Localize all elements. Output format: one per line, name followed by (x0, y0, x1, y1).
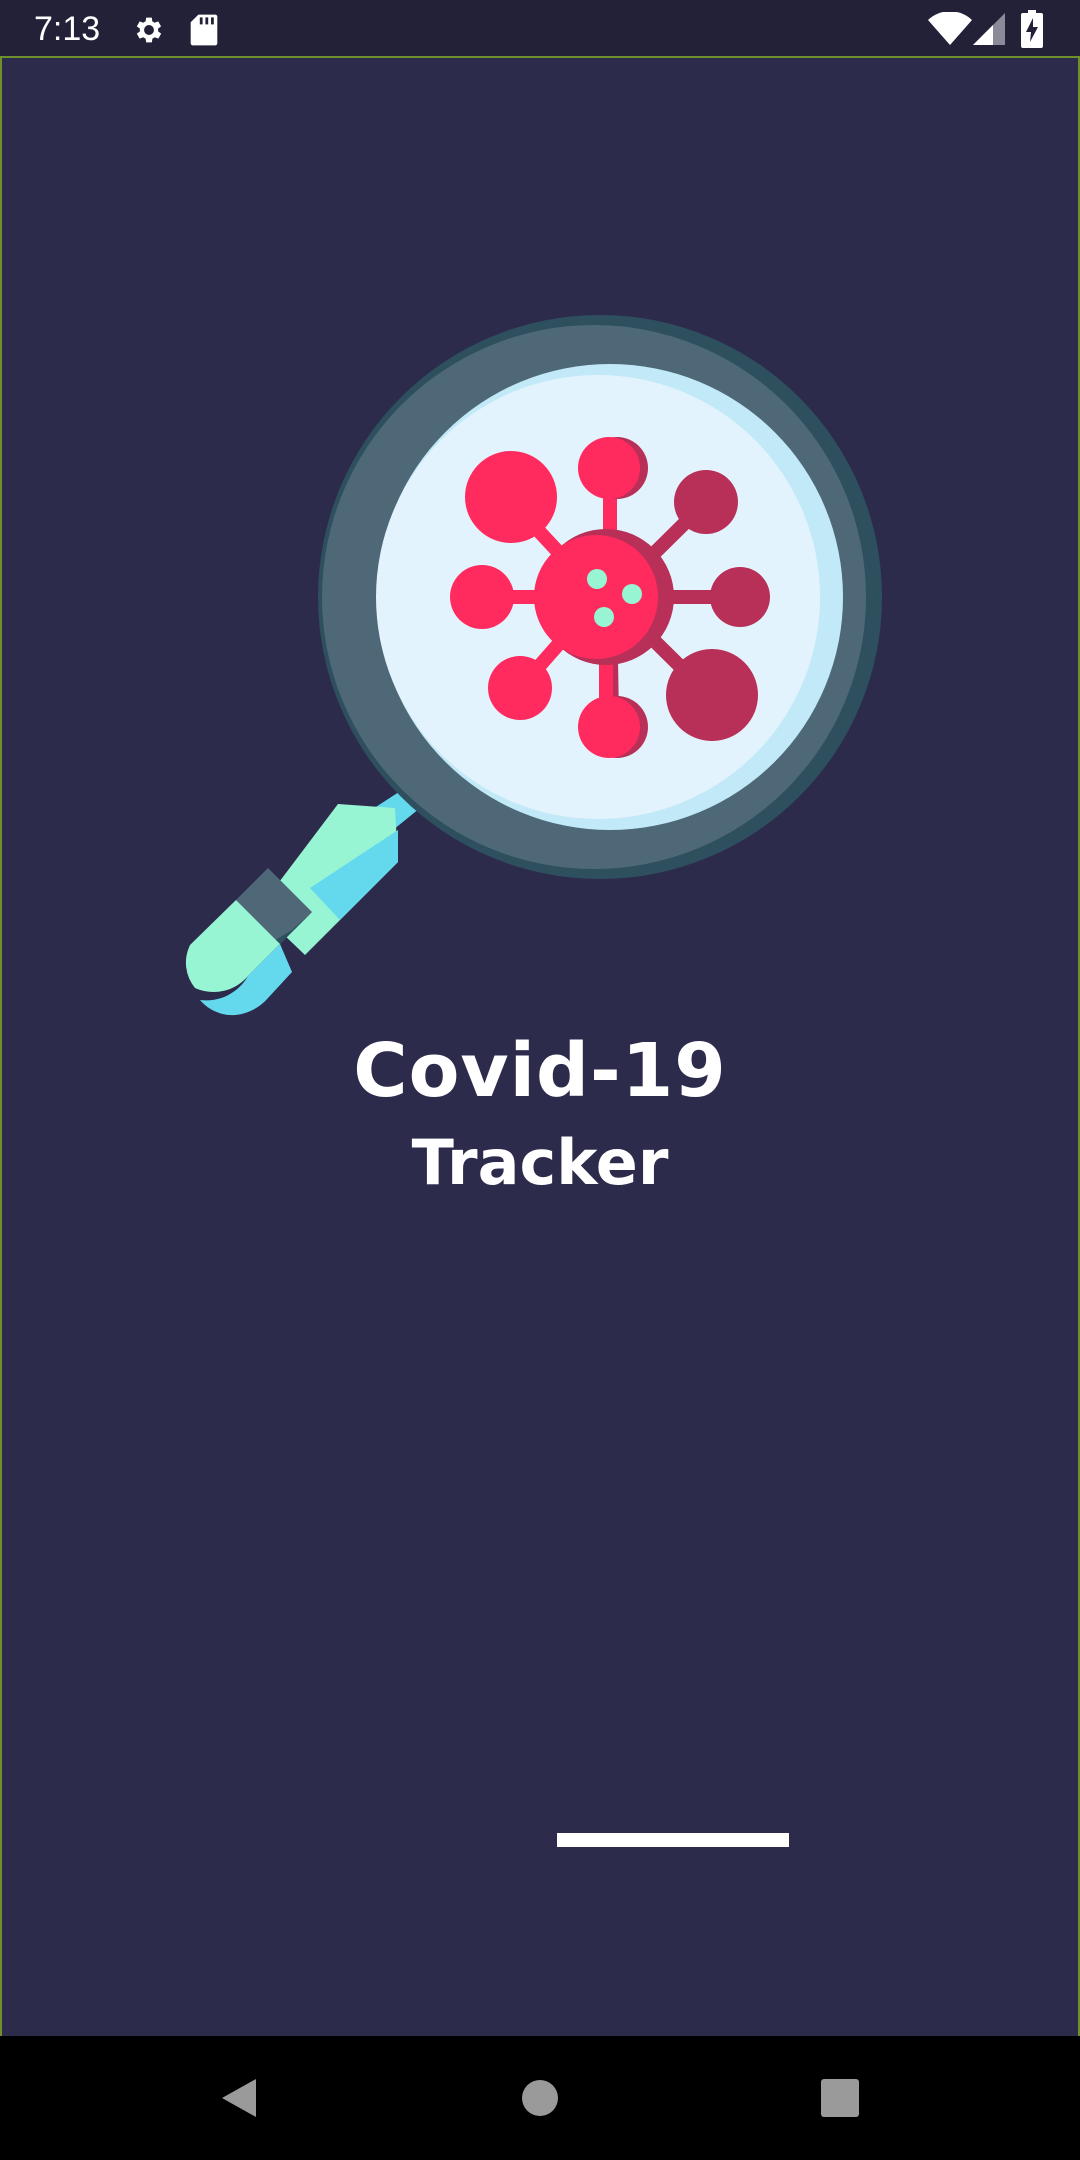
wifi-icon (928, 11, 972, 51)
app-subtitle: Tracker (411, 1126, 669, 1199)
loading-progress-bar (557, 1833, 789, 1847)
magnifier-virus-icon (185, 315, 882, 1016)
home-button[interactable] (460, 2036, 620, 2160)
back-icon (222, 2079, 256, 2117)
recents-button[interactable] (760, 2036, 920, 2160)
home-icon (522, 2080, 558, 2116)
cell-signal-icon (973, 13, 1005, 50)
status-time: 7:13 (34, 10, 101, 48)
back-button[interactable] (158, 2036, 318, 2160)
status-bar: 7:13 (0, 0, 1080, 58)
app-title: Covid-19 (353, 1028, 727, 1114)
navigation-bar (0, 2036, 1080, 2160)
gear-icon (132, 13, 166, 52)
sd-card-icon (190, 13, 218, 52)
recents-icon (821, 2079, 859, 2117)
screen: 7:13 Covid-19 Tracker (0, 0, 1080, 2160)
battery-charging-icon (1021, 10, 1043, 53)
